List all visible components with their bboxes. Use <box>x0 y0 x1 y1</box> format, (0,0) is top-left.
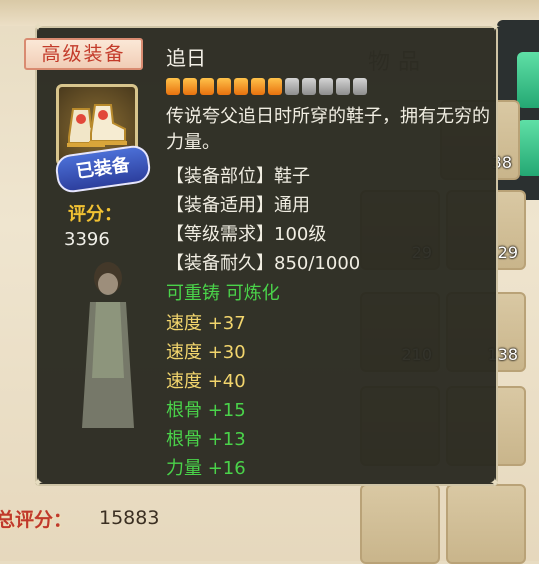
inventory-slot[interactable] <box>360 484 440 564</box>
star-filled-icon <box>234 78 248 95</box>
star-filled-icon <box>217 78 231 95</box>
grade-tag: 高级装备 <box>24 38 143 70</box>
bonus-attribute: 根骨 +15 <box>166 400 246 421</box>
star-empty-icon <box>285 78 299 95</box>
star-filled-icon <box>183 78 197 95</box>
star-level <box>166 78 367 96</box>
inventory-slot[interactable] <box>446 484 526 564</box>
score-value: 3396 <box>64 229 110 250</box>
star-filled-icon <box>166 78 180 95</box>
slot-count: 29 <box>497 243 518 262</box>
item-name: 追日 <box>166 46 206 70</box>
top-frame <box>0 0 539 26</box>
star-empty-icon <box>302 78 316 95</box>
total-score-label: 总评分： <box>0 509 73 531</box>
bonus-attribute: 根骨 +13 <box>166 429 246 450</box>
item-description: 传说夸父追日时所穿的鞋子，拥有无穷的力量。 <box>166 106 490 153</box>
corner-ornament-icon: ✦ <box>32 20 44 35</box>
property-line: 【等级需求】100级 <box>166 224 327 245</box>
property-line: 【装备耐久】850/1000 <box>166 253 361 274</box>
star-empty-icon <box>336 78 350 95</box>
side-tab-button-1[interactable] <box>517 52 539 108</box>
star-filled-icon <box>200 78 214 95</box>
corner-ornament-icon: ✦ <box>489 476 501 491</box>
corner-ornament-icon: ✦ <box>489 20 501 35</box>
star-empty-icon <box>353 78 367 95</box>
star-filled-icon <box>251 78 265 95</box>
special-flags: 可重铸 可炼化 <box>166 283 280 304</box>
base-attribute: 速度 +37 <box>166 313 246 334</box>
corner-ornament-icon: ✦ <box>32 476 44 491</box>
bonus-attribute: 力量 +16 <box>166 458 246 479</box>
property-line: 【装备适用】通用 <box>166 195 310 216</box>
property-line: 【装备部位】鞋子 <box>166 166 310 187</box>
character-portrait <box>76 258 140 433</box>
star-filled-icon <box>268 78 282 95</box>
side-tab-button-2[interactable] <box>517 120 539 176</box>
base-attribute: 速度 +40 <box>166 371 246 392</box>
total-score-value: 15883 <box>99 507 160 529</box>
star-empty-icon <box>319 78 333 95</box>
base-attribute: 速度 +30 <box>166 342 246 363</box>
score-label: 评分： <box>68 204 122 225</box>
